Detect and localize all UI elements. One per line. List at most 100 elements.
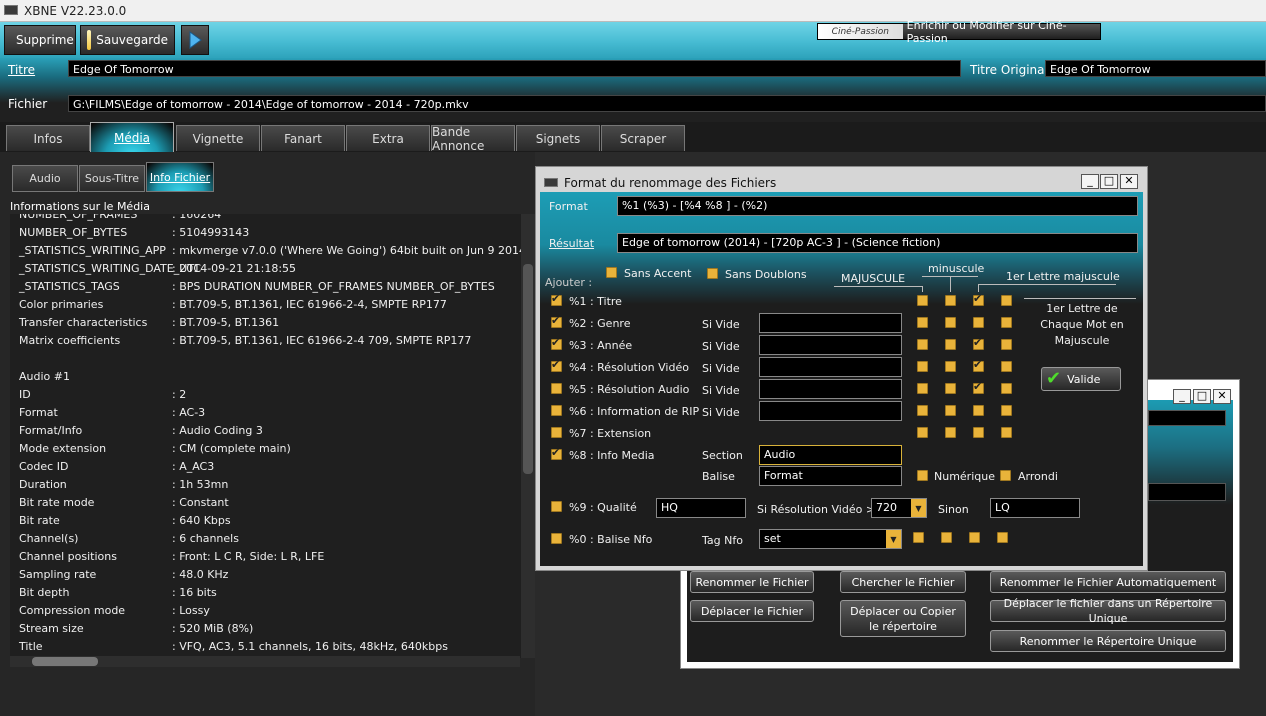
case-option-checkbox[interactable]	[945, 361, 956, 372]
case-option-checkbox[interactable]	[1001, 427, 1012, 438]
item-checkbox[interactable]	[551, 427, 562, 438]
qualite-input[interactable]: HQ	[656, 498, 746, 518]
subtab-info-fichier[interactable]: Info Fichier	[146, 162, 214, 192]
case-option-checkbox[interactable]	[917, 427, 928, 438]
close-button[interactable]: ✕	[1120, 174, 1138, 189]
item-checkbox[interactable]	[551, 314, 562, 328]
case-option-checkbox[interactable]	[917, 405, 928, 416]
maximize-button[interactable]: □	[1193, 389, 1211, 404]
tab-bande-annonce[interactable]: Bande Annonce	[431, 125, 515, 153]
section-input[interactable]: Audio	[759, 445, 902, 465]
case-option-checkbox[interactable]	[973, 336, 984, 350]
nfo-minuscule-checkbox[interactable]	[941, 532, 952, 543]
file-field[interactable]: G:\FILMS\Edge of tomorrow - 2014\Edge of…	[68, 95, 1266, 112]
scroll-thumb[interactable]	[523, 264, 533, 474]
media-info-list[interactable]: NUMBER_OF_FRAMES: 160264 NUMBER_OF_BYTES:…	[10, 214, 522, 658]
sans-doublons-checkbox[interactable]	[707, 268, 718, 279]
minimize-button[interactable]: _	[1173, 389, 1191, 404]
cinepassion-button[interactable]: Ciné-Passion Enrichir ou Modifier sur Ci…	[817, 19, 1101, 45]
rename-file-button[interactable]: Renommer le Fichier	[690, 571, 814, 593]
case-option-checkbox[interactable]	[917, 339, 928, 350]
tab-vignette[interactable]: Vignette	[176, 125, 260, 151]
vertical-scrollbar[interactable]	[521, 214, 535, 658]
item-checkbox[interactable]	[551, 336, 562, 350]
tab-fanart[interactable]: Fanart	[261, 125, 345, 151]
subtab-audio[interactable]: Audio	[12, 165, 78, 192]
nfo-first-upper-checkbox[interactable]	[969, 532, 980, 543]
numerique-label: Numérique	[934, 470, 995, 483]
move-copy-dir-button[interactable]: Déplacer ou Copier le répertoire	[840, 600, 966, 637]
numerique-checkbox[interactable]	[917, 470, 928, 481]
tab-media[interactable]: Média	[90, 122, 174, 152]
subtab-sous-titre[interactable]: Sous-Titre	[79, 165, 145, 192]
case-option-checkbox[interactable]	[945, 339, 956, 350]
item-checkbox[interactable]	[551, 446, 562, 460]
case-option-checkbox[interactable]	[1001, 383, 1012, 394]
si-vide-input[interactable]	[759, 379, 902, 399]
nfo-each-word-checkbox[interactable]	[997, 532, 1008, 543]
tag-nfo-select[interactable]: set	[759, 529, 902, 549]
delete-button[interactable]: Supprime	[4, 25, 76, 55]
arrondi-checkbox[interactable]	[1000, 470, 1011, 481]
dialog2-field[interactable]	[1148, 410, 1226, 426]
next-button[interactable]	[181, 25, 209, 55]
case-option-checkbox[interactable]	[945, 383, 956, 394]
original-title-field[interactable]: Edge Of Tomorrow	[1045, 60, 1266, 77]
case-option-checkbox[interactable]	[945, 317, 956, 328]
balise-input[interactable]: Format	[759, 466, 902, 486]
case-option-checkbox[interactable]	[973, 405, 984, 416]
case-option-checkbox[interactable]	[917, 361, 928, 372]
rename-dir-unique-button[interactable]: Renommer le Répertoire Unique	[990, 630, 1226, 652]
case-option-checkbox[interactable]	[1001, 405, 1012, 416]
rename-auto-button[interactable]: Renommer le Fichier Automatiquement	[990, 571, 1226, 593]
sinon-input[interactable]: LQ	[990, 498, 1080, 518]
case-option-checkbox[interactable]	[973, 317, 984, 328]
case-option-checkbox[interactable]	[973, 292, 984, 306]
title-field[interactable]: Edge Of Tomorrow	[68, 60, 961, 77]
format-input[interactable]: %1 (%3) - [%4 %8 ] - (%2)	[617, 196, 1138, 216]
chevron-down-icon[interactable]: ▼	[886, 530, 901, 548]
case-option-checkbox[interactable]	[917, 317, 928, 328]
tab-infos[interactable]: Infos	[6, 125, 90, 151]
tab-scraper[interactable]: Scraper	[601, 125, 685, 151]
nfo-majuscule-checkbox[interactable]	[913, 532, 924, 543]
case-option-checkbox[interactable]	[917, 295, 928, 306]
case-option-checkbox[interactable]	[945, 295, 956, 306]
si-vide-input[interactable]	[759, 357, 902, 377]
find-file-button[interactable]: Chercher le Fichier	[840, 571, 966, 593]
scroll-thumb[interactable]	[32, 657, 98, 666]
item-checkbox[interactable]	[551, 405, 562, 416]
move-unique-button[interactable]: Déplacer le fichier dans un Répertoire U…	[990, 597, 1226, 625]
save-button[interactable]: Sauvegarde	[80, 25, 175, 55]
info-key: Duration	[19, 478, 67, 491]
valide-button[interactable]: ✔ Valide	[1041, 367, 1121, 391]
close-button[interactable]: ✕	[1213, 389, 1231, 404]
sans-accent-checkbox[interactable]	[606, 267, 617, 278]
item-checkbox[interactable]	[551, 383, 562, 394]
case-option-checkbox[interactable]	[973, 358, 984, 372]
horizontal-scrollbar[interactable]	[10, 656, 520, 667]
tab-extra[interactable]: Extra	[346, 125, 430, 151]
si-vide-input[interactable]	[759, 335, 902, 355]
case-option-checkbox[interactable]	[1001, 317, 1012, 328]
balise-nfo-checkbox[interactable]	[551, 533, 562, 544]
case-option-checkbox[interactable]	[945, 427, 956, 438]
dialog2-field[interactable]	[1148, 483, 1226, 501]
case-option-checkbox[interactable]	[1001, 295, 1012, 306]
item-checkbox[interactable]	[551, 358, 562, 372]
tab-signets[interactable]: Signets	[516, 125, 600, 151]
case-option-checkbox[interactable]	[973, 380, 984, 394]
minimize-button[interactable]: _	[1081, 174, 1099, 189]
case-option-checkbox[interactable]	[973, 427, 984, 438]
case-option-checkbox[interactable]	[1001, 339, 1012, 350]
case-option-checkbox[interactable]	[1001, 361, 1012, 372]
maximize-button[interactable]: □	[1100, 174, 1118, 189]
case-option-checkbox[interactable]	[917, 383, 928, 394]
si-vide-input[interactable]	[759, 401, 902, 421]
item-checkbox[interactable]	[551, 292, 562, 306]
move-file-button[interactable]: Déplacer le Fichier	[690, 600, 814, 622]
case-option-checkbox[interactable]	[945, 405, 956, 416]
qualite-checkbox[interactable]	[551, 501, 562, 512]
chevron-down-icon[interactable]: ▼	[911, 499, 926, 517]
si-vide-input[interactable]	[759, 313, 902, 333]
